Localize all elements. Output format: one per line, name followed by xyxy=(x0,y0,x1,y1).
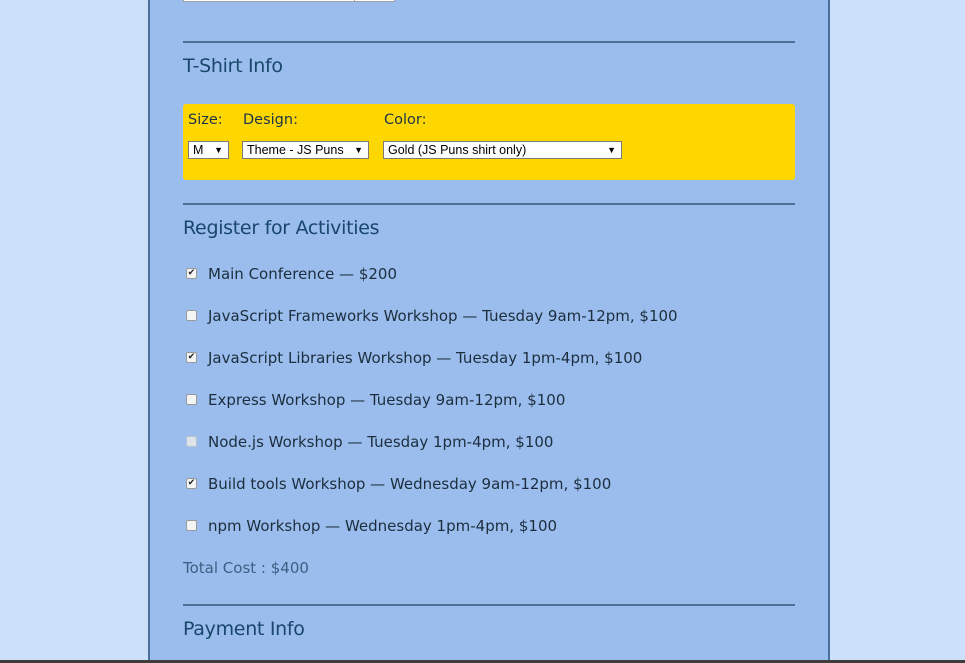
size-label: Size: xyxy=(188,112,223,128)
design-label: Design: xyxy=(243,112,298,128)
tshirt-options-panel: Size: Design: Color: M ▼ Theme - JS Puns… xyxy=(183,104,795,180)
activity-label: Build tools Workshop — Wednesday 9am-12p… xyxy=(208,475,612,493)
activity-label: npm Workshop — Wednesday 1pm-4pm, $100 xyxy=(208,517,558,535)
design-select-value: Theme - JS Puns xyxy=(247,143,344,157)
activity-checkbox[interactable] xyxy=(186,310,197,321)
size-select[interactable]: M ▼ xyxy=(188,141,229,159)
activity-label: Main Conference — $200 xyxy=(208,265,398,283)
previous-field-input[interactable] xyxy=(183,0,395,2)
activity-checkbox[interactable]: ✔ xyxy=(186,478,197,489)
activity-checkbox[interactable] xyxy=(186,520,197,531)
color-select-value: Gold (JS Puns shirt only) xyxy=(388,143,527,157)
activity-checkbox[interactable]: ✔ xyxy=(186,352,197,363)
checkmark-icon: ✔ xyxy=(187,268,196,278)
design-select[interactable]: Theme - JS Puns ▼ xyxy=(242,141,369,159)
activity-label: Node.js Workshop — Tuesday 1pm-4pm, $100 xyxy=(208,433,554,451)
checkmark-icon: ✔ xyxy=(187,478,196,488)
section-divider xyxy=(183,203,795,205)
dropdown-arrow-icon: ▼ xyxy=(214,145,223,155)
dropdown-arrow-icon: ▼ xyxy=(607,145,616,155)
activity-checkbox-disabled xyxy=(186,436,197,447)
activity-label: JavaScript Frameworks Workshop — Tuesday… xyxy=(208,307,678,325)
activity-label: JavaScript Libraries Workshop — Tuesday … xyxy=(208,349,643,367)
page: T-Shirt Info Size: Design: Color: M ▼ Th… xyxy=(0,0,965,663)
section-divider xyxy=(183,604,795,606)
color-select[interactable]: Gold (JS Puns shirt only) ▼ xyxy=(383,141,622,159)
activity-checkbox[interactable] xyxy=(186,394,197,405)
activities-section-title: Register for Activities xyxy=(183,217,380,239)
activity-checkbox[interactable]: ✔ xyxy=(186,268,197,279)
total-cost: Total Cost : $400 xyxy=(183,559,309,577)
activity-label: Express Workshop — Tuesday 9am-12pm, $10… xyxy=(208,391,566,409)
tshirt-section-title: T-Shirt Info xyxy=(183,55,283,77)
registration-form: T-Shirt Info Size: Design: Color: M ▼ Th… xyxy=(148,0,830,662)
size-select-value: M xyxy=(193,143,204,157)
checkmark-icon: ✔ xyxy=(187,352,196,362)
payment-section-title: Payment Info xyxy=(183,618,305,640)
section-divider xyxy=(183,41,795,43)
color-label: Color: xyxy=(384,112,427,128)
dropdown-arrow-icon: ▼ xyxy=(354,145,363,155)
